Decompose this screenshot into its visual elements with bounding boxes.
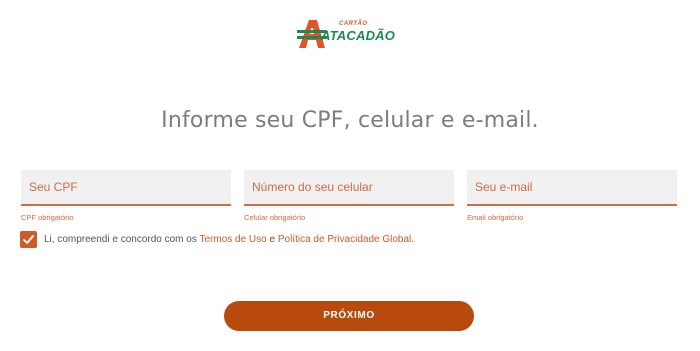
atacadao-logo: CARTÃO ATACADÃO: [297, 18, 403, 50]
terms-of-use-link[interactable]: Termos de Uso: [199, 234, 266, 245]
consent-text-before: Li, compreendi e concordo com os: [44, 234, 200, 245]
checkmark-icon: [23, 235, 34, 244]
logo-main-text: ATACADÃO: [321, 28, 396, 43]
phone-input[interactable]: [244, 170, 454, 204]
email-input[interactable]: [467, 170, 677, 204]
next-button[interactable]: PRÓXIMO: [224, 301, 474, 331]
phone-error-text: Celular obrigatório: [244, 213, 306, 222]
phone-field: [244, 170, 454, 206]
consent-checkbox[interactable]: [20, 231, 37, 248]
page: CARTÃO ATACADÃO Informe seu CPF, celular…: [0, 0, 700, 351]
consent-text: Li, compreendi e concordo com os Termos …: [44, 234, 414, 245]
consent-text-after: .: [411, 234, 415, 245]
cpf-error-text: CPF obrigatório: [21, 213, 74, 222]
logo-top-text: CARTÃO: [339, 21, 368, 27]
email-error-text: Email obrigatório: [467, 213, 524, 222]
privacy-policy-link[interactable]: Política de Privacidade Global: [278, 234, 411, 245]
consent-text-middle: e: [266, 234, 278, 245]
email-field: [467, 170, 677, 206]
cpf-field: [21, 170, 231, 206]
cpf-input[interactable]: [21, 170, 231, 204]
page-title: Informe seu CPF, celular e e-mail.: [161, 108, 539, 133]
